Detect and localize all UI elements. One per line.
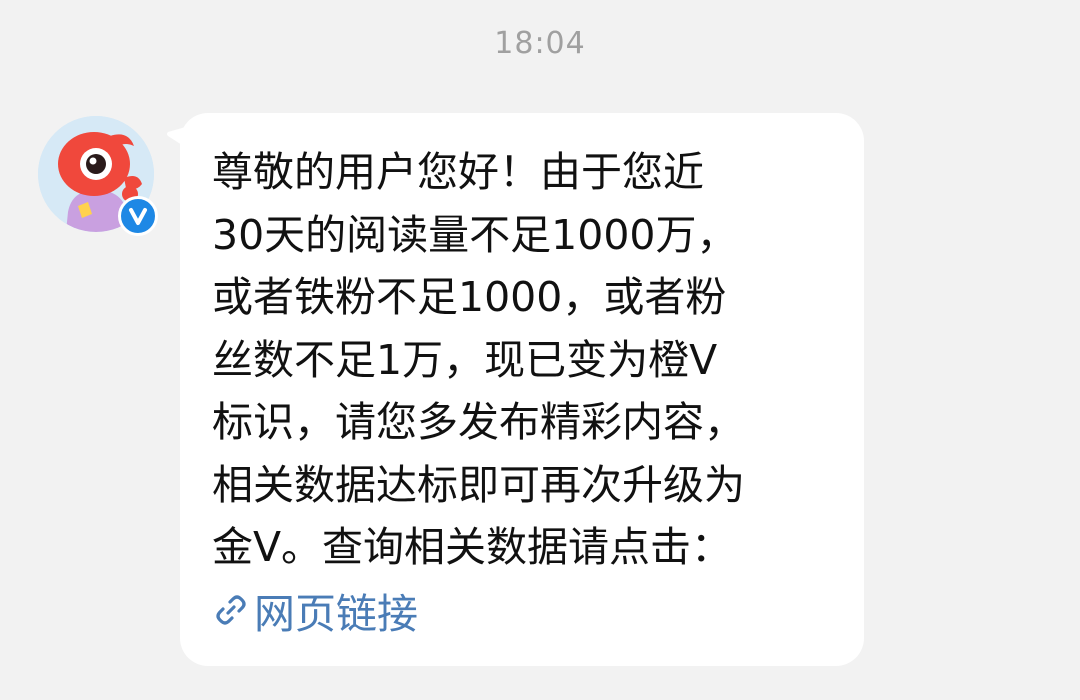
verified-badge xyxy=(118,196,158,236)
message-timestamp: 18:04 xyxy=(494,26,586,61)
message-line: 相关数据达标即可再次升级为 xyxy=(212,460,745,509)
message-line: 30天的阅读量不足1000万， xyxy=(212,210,738,259)
message-line: 尊敬的用户您好！由于您近 xyxy=(212,148,704,196)
message-bubble[interactable]: 尊敬的用户您好！由于您近 30天的阅读量不足1000万， 或者铁粉不足1000，… xyxy=(180,113,864,666)
verified-v-icon xyxy=(129,208,147,225)
sender-avatar[interactable] xyxy=(38,116,158,236)
web-link[interactable]: 网页链接 xyxy=(212,579,834,641)
message-line: 标识，请您多发布精彩内容， xyxy=(212,398,745,446)
message-line: 丝数不足1万，现已变为橙V xyxy=(212,335,718,384)
message-text: 尊敬的用户您好！由于您近 30天的阅读量不足1000万， 或者铁粉不足1000，… xyxy=(212,141,832,579)
message-line: 金V。查询相关数据请点击： xyxy=(212,523,733,571)
link-icon xyxy=(216,594,246,625)
message-line: 或者铁粉不足1000，或者粉 xyxy=(212,273,727,321)
web-link-label[interactable]: 网页链接 xyxy=(254,580,418,640)
